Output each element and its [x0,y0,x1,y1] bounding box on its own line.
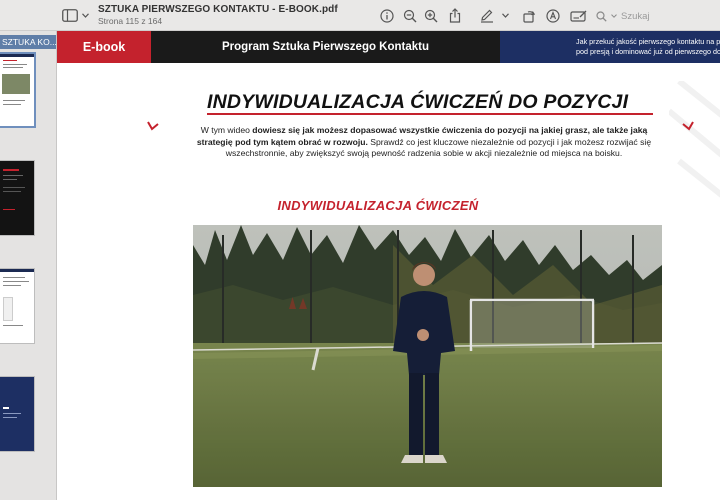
sidebar-toggle-button[interactable] [62,7,92,23]
share-button[interactable] [446,7,463,24]
page-thumbnail[interactable] [0,54,34,126]
annotate-icon [545,8,560,23]
sidebar-document-label[interactable]: SZTUKA KO... [0,35,56,49]
section-subtitle: INDYWIDUALIZACJA ĆWICZEŃ [277,198,479,213]
zoom-out-icon [403,9,416,22]
page-thumbnail[interactable] [0,269,34,343]
page-thumbnail[interactable] [0,161,34,235]
decorative-shape [669,81,720,198]
search-field[interactable]: Szukaj [596,8,720,24]
pen-icon [480,9,493,23]
info-button[interactable] [378,7,395,24]
page-thumbnail[interactable] [0,377,34,451]
program-title: Program Sztuka Pierwszego Kontaktu [221,41,430,53]
zoom-in-icon [424,9,437,22]
thumbnail-sidebar: SZTUKA KO... [0,31,57,500]
intro-text-a: W tym wideo [200,125,253,135]
markup-menu-button[interactable] [500,7,510,24]
chevron-down-icon [611,14,617,18]
page-title: INDYWIDUALIZACJA ĆWICZEŃ DO POZYCJI [207,91,629,113]
annotate-button[interactable] [544,7,561,24]
markup-button[interactable] [478,7,495,24]
video-player[interactable] [193,225,662,487]
info-icon [379,8,394,23]
header-tagline: Jak przekuć jakość pierwszego kontaktu n… [500,31,720,63]
video-frame-image [193,225,662,487]
pdf-page: E-book Program Sztuka Pierwszego Kontakt… [57,31,720,500]
rotate-icon [522,10,535,23]
window-toolbar: SZTUKA PIERWSZEGO KONTAKTU - E-BOOK.pdf … [0,0,720,31]
zoom-in-button[interactable] [422,7,439,24]
chevron-left-decor-icon [147,121,159,131]
zoom-out-button[interactable] [401,7,418,24]
page-header: E-book Program Sztuka Pierwszego Kontakt… [57,31,720,63]
header-tagline-line-1: Jak przekuć jakość pierwszego kontaktu n… [576,37,720,46]
page-indicator: Strona 115 z 164 [98,16,163,26]
rotate-button[interactable] [520,7,537,24]
intro-paragraph: W tym wideo dowiesz się jak możesz dopas… [187,125,661,160]
chevron-down-icon [501,13,509,18]
search-placeholder: Szukaj [621,10,650,22]
ebook-tag: E-book [57,31,151,63]
header-tagline-line-2: pod presją i dominować już od pierwszego… [576,46,720,56]
chevron-right-decor-icon [682,121,694,131]
form-fill-button[interactable] [569,7,589,24]
form-icon [570,10,587,22]
chevron-down-icon [82,12,89,18]
title-underline [207,113,653,115]
sidebar-icon [62,8,78,22]
share-icon [449,8,460,23]
search-icon [596,10,607,22]
document-title: SZTUKA PIERWSZEGO KONTAKTU - E-BOOK.pdf … [98,4,338,27]
file-name: SZTUKA PIERWSZEGO KONTAKTU - E-BOOK.pdf [98,4,338,15]
